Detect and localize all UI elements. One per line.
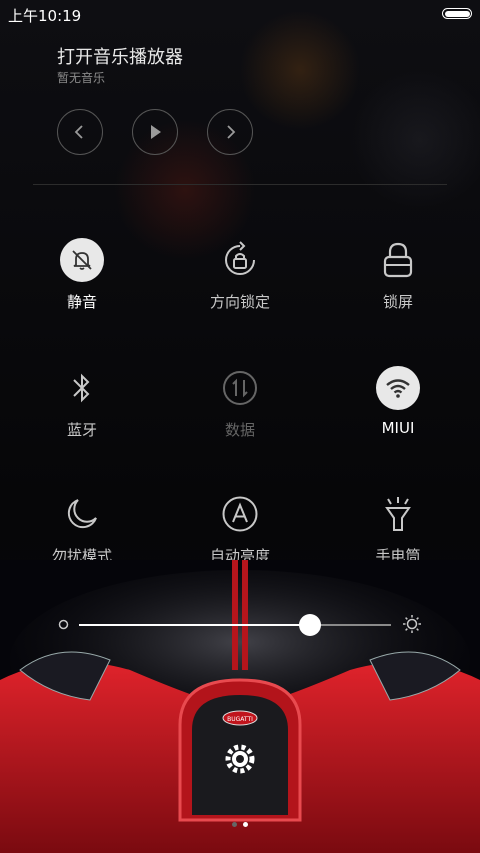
toggle-rotation-lock[interactable]: 方向锁定 — [170, 238, 310, 348]
chevron-left-icon — [74, 125, 83, 139]
toggle-label: 静音 — [66, 293, 97, 311]
mobile-data-icon — [218, 366, 262, 410]
lock-icon — [376, 238, 420, 282]
battery-icon — [442, 8, 472, 19]
previous-button[interactable] — [57, 109, 103, 155]
toggle-wifi[interactable]: MIUI — [328, 366, 468, 476]
rotation-lock-icon — [218, 238, 262, 282]
status-bar: 上午10:19 — [0, 0, 480, 28]
brightness-slider-fill — [79, 624, 310, 626]
wifi-icon — [376, 366, 420, 410]
page-dot[interactable] — [243, 822, 248, 827]
brightness-slider[interactable] — [79, 614, 391, 636]
toggle-silent[interactable]: 静音 — [12, 238, 152, 348]
status-time: 上午10:19 — [8, 7, 82, 25]
settings-button[interactable] — [218, 737, 262, 781]
toggle-label: 数据 — [224, 421, 255, 439]
bluetooth-icon — [60, 366, 104, 410]
moon-icon — [60, 492, 104, 536]
brightness-low-icon — [58, 619, 69, 630]
toggle-label: MIUI — [381, 419, 415, 437]
music-title[interactable]: 打开音乐播放器 — [57, 43, 183, 69]
flashlight-icon — [376, 492, 420, 536]
play-icon — [151, 125, 161, 139]
car-wallpaper: BUGATTI — [0, 560, 480, 853]
toggle-lock-screen[interactable]: 锁屏 — [328, 238, 468, 348]
toggle-mobile-data[interactable]: 数据 — [170, 366, 310, 476]
silent-bell-icon — [60, 238, 104, 282]
page-dot[interactable] — [232, 822, 237, 827]
page-indicator — [0, 812, 480, 831]
play-button[interactable] — [132, 109, 178, 155]
music-subtitle: 暂无音乐 — [57, 71, 106, 85]
toggle-label: 蓝牙 — [66, 421, 97, 439]
toggle-bluetooth[interactable]: 蓝牙 — [12, 366, 152, 476]
toggle-label: 锁屏 — [382, 293, 413, 311]
brightness-high-icon — [403, 615, 421, 633]
brightness-slider-thumb[interactable] — [299, 614, 321, 636]
divider — [33, 184, 447, 185]
toggle-label: 方向锁定 — [209, 293, 270, 311]
next-button[interactable] — [207, 109, 253, 155]
auto-brightness-icon — [218, 492, 262, 536]
car-badge: BUGATTI — [227, 716, 253, 723]
chevron-right-icon — [227, 125, 236, 139]
